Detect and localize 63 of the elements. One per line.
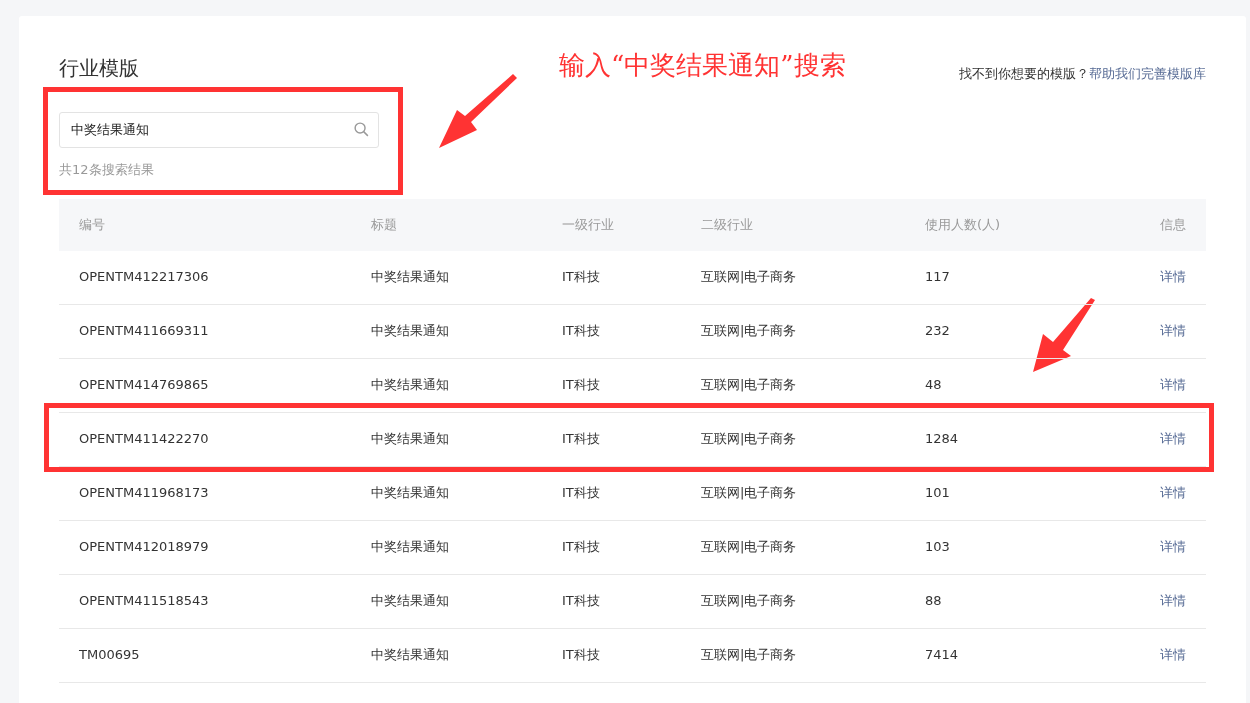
search-icon[interactable]: [353, 121, 370, 138]
column-header: 一级行业: [562, 215, 615, 234]
table-cell: OPENTM412018979: [79, 539, 209, 555]
help-link[interactable]: 帮助我们完善模版库: [1089, 63, 1206, 83]
table-cell: 互联网|电子商务: [701, 323, 797, 339]
table-cell: 中奖结果通知: [371, 593, 449, 609]
table-cell: 互联网|电子商务: [701, 593, 797, 609]
result-count: 共12条搜索结果: [59, 161, 155, 179]
table-cell: 中奖结果通知: [371, 269, 449, 285]
table-cell: OPENTM411518543: [79, 593, 209, 609]
table-cell: 中奖结果通知: [371, 485, 449, 501]
table-cell: 中奖结果通知: [371, 323, 449, 339]
column-header: 二级行业: [701, 215, 754, 234]
table-cell: 101: [925, 485, 950, 501]
details-link[interactable]: 详情: [1160, 485, 1186, 501]
table-cell: 232: [925, 323, 950, 339]
table-cell: IT科技: [562, 647, 600, 663]
table-cell: IT科技: [562, 485, 600, 501]
table-cell: 中奖结果通知: [371, 431, 449, 447]
table-cell: IT科技: [562, 593, 600, 609]
table-cell: OPENTM411968173: [79, 485, 209, 501]
table-cell: 中奖结果通知: [371, 377, 449, 393]
table-cell: 互联网|电子商务: [701, 539, 797, 555]
table-cell: IT科技: [562, 539, 600, 555]
table-cell: 1284: [925, 431, 959, 447]
table-cell: 互联网|电子商务: [701, 431, 797, 447]
details-link[interactable]: 详情: [1160, 431, 1186, 447]
table-cell: 88: [925, 593, 942, 609]
page-title: 行业模版: [59, 55, 139, 82]
table-cell: 互联网|电子商务: [701, 377, 797, 393]
table-cell: OPENTM414769865: [79, 377, 209, 393]
table-cell: 互联网|电子商务: [701, 485, 797, 501]
table-cell: 中奖结果通知: [371, 647, 449, 663]
details-link[interactable]: 详情: [1160, 269, 1186, 285]
details-link[interactable]: 详情: [1160, 323, 1186, 339]
table-cell: 7414: [925, 647, 959, 663]
table-cell: IT科技: [562, 323, 600, 339]
column-header: 标题: [371, 215, 398, 234]
help-text: 找不到你想要的模版？: [959, 64, 1089, 83]
annotation-text: 输入“中奖结果通知”搜索: [559, 49, 846, 82]
table-cell: 103: [925, 539, 950, 555]
arrow-icon: [439, 74, 517, 148]
table-cell: TM00695: [79, 647, 140, 663]
table-cell: IT科技: [562, 269, 600, 285]
table-cell: IT科技: [562, 377, 600, 393]
table-cell: 互联网|电子商务: [701, 647, 797, 663]
details-link[interactable]: 详情: [1160, 377, 1186, 393]
details-link[interactable]: 详情: [1160, 593, 1186, 609]
arrow-icon: [1033, 298, 1095, 372]
details-link[interactable]: 详情: [1160, 647, 1186, 663]
table-cell: 中奖结果通知: [371, 539, 449, 555]
table-cell: IT科技: [562, 431, 600, 447]
column-header: 信息: [1159, 215, 1186, 234]
table-cell: 互联网|电子商务: [701, 269, 797, 285]
details-link[interactable]: 详情: [1160, 539, 1186, 555]
column-header: 编号: [79, 215, 106, 234]
table-cell: OPENTM412217306: [79, 269, 209, 285]
table-cell: 117: [925, 269, 950, 285]
table-cell: 48: [925, 377, 942, 393]
column-header: 使用人数(人): [925, 215, 1002, 234]
search-field[interactable]: 中奖结果通知: [59, 112, 379, 148]
table-cell: OPENTM411422270: [79, 431, 209, 447]
table-cell: OPENTM411669311: [79, 323, 209, 339]
